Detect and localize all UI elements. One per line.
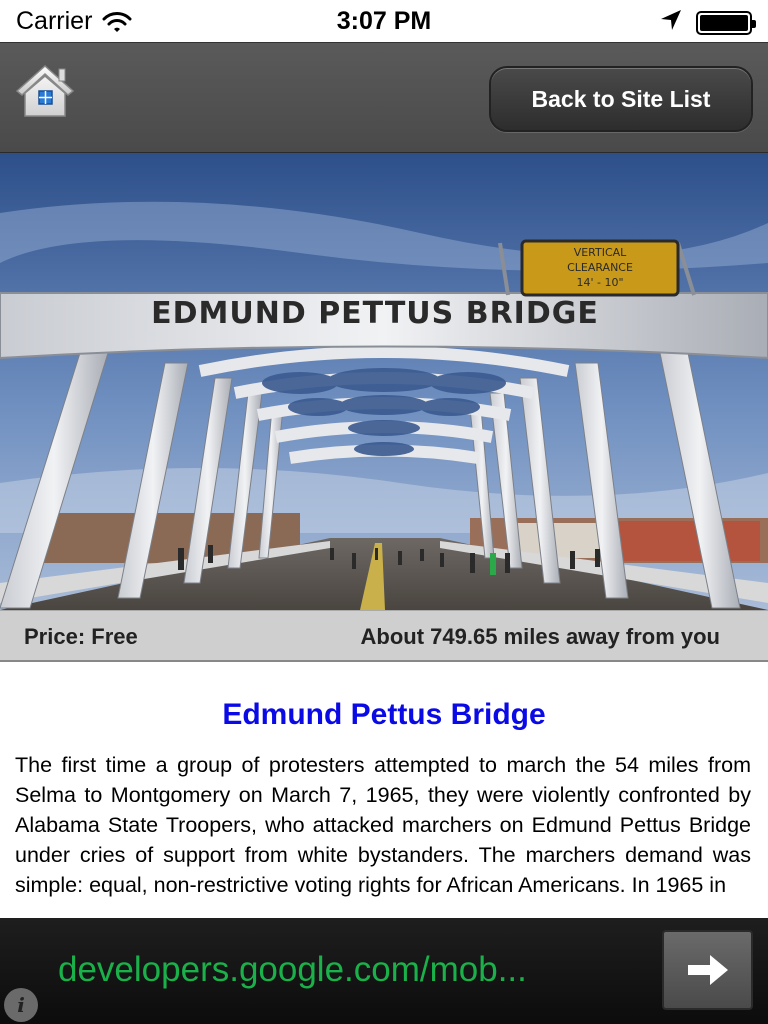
back-to-site-list-button[interactable]: Back to Site List <box>489 66 753 132</box>
status-bar: Carrier 3:07 PM <box>0 0 768 42</box>
bridge-sign-text: EDMUND PETTUS BRIDGE <box>151 296 599 331</box>
home-icon <box>15 64 75 117</box>
home-button[interactable] <box>14 61 76 119</box>
site-title: Edmund Pettus Bridge <box>222 698 546 731</box>
status-time: 3:07 PM <box>336 7 432 35</box>
location-arrow-icon <box>660 9 682 36</box>
clearance-line-2: CLEARANCE <box>567 261 633 274</box>
site-detail-content[interactable]: Edmund Pettus Bridge The first time a gr… <box>0 662 768 918</box>
price-label: Price: Free <box>24 624 138 649</box>
clearance-line-3: 14' - 10" <box>576 276 623 289</box>
distance-label: About 749.65 miles away from you <box>360 624 720 649</box>
battery-icon <box>696 10 756 35</box>
info-icon[interactable]: i <box>4 988 38 1022</box>
site-description: The first time a group of protesters att… <box>15 753 751 897</box>
status-right <box>660 9 756 36</box>
info-bar: Price: Free About 749.65 miles away from… <box>0 610 768 662</box>
navigation-bar: Back to Site List <box>0 42 768 153</box>
arrow-right-icon <box>687 955 728 985</box>
clearance-line-1: VERTICAL <box>574 246 627 259</box>
ad-arrow-button[interactable] <box>662 930 753 1010</box>
ad-banner[interactable]: developers.google.com/mob... i <box>0 918 768 1024</box>
site-photo: EDMUND PETTUS BRIDGE VERTICAL CLEARANCE … <box>0 153 768 610</box>
ad-url-text[interactable]: developers.google.com/mob... <box>58 950 527 990</box>
